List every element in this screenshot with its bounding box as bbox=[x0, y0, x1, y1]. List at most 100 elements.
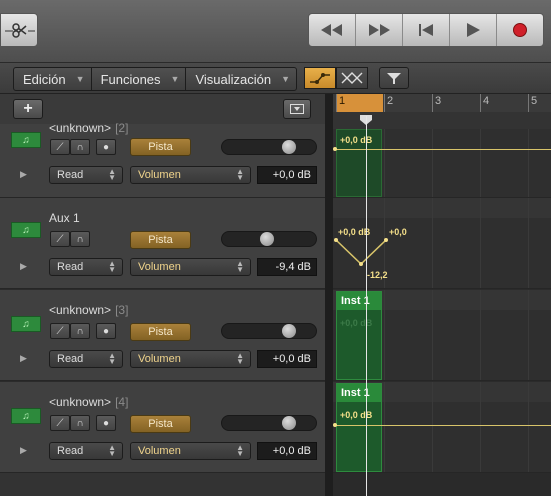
automation-parameter-select[interactable]: Volumen ▲ ▼ bbox=[130, 166, 251, 184]
go-to-start-button[interactable] bbox=[403, 14, 450, 46]
menu-funciones-label: Funciones bbox=[100, 71, 161, 87]
automation-value-field[interactable]: +0,0 dB bbox=[257, 442, 317, 460]
ruler-tick bbox=[480, 94, 481, 112]
fader-knob[interactable] bbox=[282, 416, 296, 430]
menu-arrow-icon: ▼ bbox=[281, 74, 291, 84]
grid-line bbox=[384, 290, 385, 380]
aux-channel-icon: ♫ bbox=[11, 222, 41, 238]
mute-button[interactable]: ⟋ bbox=[50, 231, 70, 247]
track-header[interactable]: ♫ <unknown> [4] ⟋ ∩ ● Pista ▶ Read ▲ ▼ Volu… bbox=[0, 382, 325, 473]
automation-value-label: -12,2 bbox=[367, 270, 388, 280]
disclosure-triangle-icon[interactable]: ▶ bbox=[20, 261, 27, 272]
fader-knob[interactable] bbox=[282, 140, 296, 154]
track-header[interactable]: ♫ Aux 1 ⟋ ∩ Pista ▶ Read ▲ ▼ Volumen ▲ ▼ -9,… bbox=[0, 198, 325, 289]
track-name-text: <unknown> bbox=[49, 303, 112, 317]
pista-button[interactable]: Pista bbox=[130, 323, 191, 341]
mute-button[interactable]: ⟋ bbox=[50, 139, 70, 155]
automation-line[interactable] bbox=[336, 149, 551, 150]
region-name: Inst 1 bbox=[337, 292, 381, 310]
automation-line[interactable] bbox=[336, 425, 551, 426]
mute-button[interactable]: ⟋ bbox=[50, 323, 70, 339]
record-icon bbox=[513, 23, 527, 37]
automation-value-field[interactable]: +0,0 dB bbox=[257, 166, 317, 184]
track-name[interactable]: Aux 1 bbox=[49, 211, 84, 225]
automation-node[interactable] bbox=[333, 423, 337, 427]
automation-mode-select[interactable]: Read ▲ ▼ bbox=[49, 442, 123, 460]
grid-line bbox=[480, 290, 481, 380]
ruler-tick bbox=[432, 94, 433, 112]
volume-fader[interactable] bbox=[221, 415, 317, 431]
grid-line bbox=[384, 129, 385, 197]
automation-view-button[interactable] bbox=[304, 67, 336, 89]
play-icon bbox=[467, 23, 480, 37]
volume-fader[interactable] bbox=[221, 231, 317, 247]
stepper-icon: ▲ ▼ bbox=[236, 167, 244, 182]
track-header[interactable]: ♫ <unknown> [2] ⟋ ∩ ● Pista ▶ Read ▲ ▼ Volu… bbox=[0, 121, 325, 198]
automation-value-field[interactable]: -9,4 dB bbox=[257, 258, 317, 276]
disclosure-triangle-icon[interactable]: ▶ bbox=[20, 169, 27, 180]
automation-curve-icon bbox=[310, 73, 330, 84]
track-number: [2] bbox=[115, 121, 129, 135]
ruler-label: 1 bbox=[339, 95, 346, 107]
headphones-icon[interactable]: ∩ bbox=[70, 139, 90, 155]
automation-parameter-select[interactable]: Volumen ▲ ▼ bbox=[130, 258, 251, 276]
fader-knob[interactable] bbox=[282, 324, 296, 338]
region[interactable]: Inst 1 bbox=[336, 291, 382, 380]
volume-fader[interactable] bbox=[221, 139, 317, 155]
fader-knob[interactable] bbox=[260, 232, 274, 246]
menu-edicion[interactable]: Edición ▼ bbox=[14, 68, 92, 90]
menu-group: Edición ▼ Funciones ▼ Visualización ▼ bbox=[13, 67, 298, 91]
record-enable-button[interactable]: ● bbox=[96, 415, 116, 431]
headphones-icon[interactable]: ∩ bbox=[70, 323, 90, 339]
forward-button[interactable] bbox=[356, 14, 403, 46]
playhead-line[interactable] bbox=[366, 116, 367, 496]
automation-node[interactable] bbox=[333, 147, 337, 151]
automation-value-field[interactable]: +0,0 dB bbox=[257, 350, 317, 368]
automation-mode-select[interactable]: Read ▲ ▼ bbox=[49, 258, 123, 276]
track-list-empty-area bbox=[0, 473, 325, 496]
automation-mode-value: Read bbox=[57, 169, 84, 181]
pista-button[interactable]: Pista bbox=[130, 415, 191, 433]
rewind-button[interactable] bbox=[309, 14, 356, 46]
pista-button[interactable]: Pista bbox=[130, 231, 191, 249]
menu-visualizacion[interactable]: Visualización ▼ bbox=[186, 68, 296, 90]
menu-arrow-icon: ▼ bbox=[75, 74, 85, 84]
flex-view-button[interactable] bbox=[336, 67, 368, 89]
automation-parameter-value: Volumen bbox=[138, 261, 181, 273]
menu-funciones[interactable]: Funciones ▼ bbox=[92, 68, 187, 90]
pane-divider[interactable] bbox=[325, 94, 333, 496]
track-name[interactable]: <unknown> [3] bbox=[49, 303, 128, 317]
track-name[interactable]: <unknown> [4] bbox=[49, 395, 128, 409]
track-name[interactable]: <unknown> [2] bbox=[49, 121, 128, 135]
track-options-button[interactable] bbox=[283, 99, 311, 119]
region[interactable]: Inst 1 bbox=[336, 383, 382, 472]
headphones-icon[interactable]: ∩ bbox=[70, 231, 90, 247]
catch-filter-button[interactable] bbox=[379, 67, 409, 89]
track-header[interactable]: ♫ <unknown> [3] ⟋ ∩ ● Pista ▶ Read ▲ ▼ Volu… bbox=[0, 290, 325, 381]
record-enable-button[interactable]: ● bbox=[96, 139, 116, 155]
add-track-button[interactable]: + bbox=[13, 99, 43, 119]
volume-fader[interactable] bbox=[221, 323, 317, 339]
local-menu-bar: Edición ▼ Funciones ▼ Visualización ▼ bbox=[0, 63, 551, 94]
headphones-icon[interactable]: ∩ bbox=[70, 415, 90, 431]
record-button[interactable] bbox=[497, 14, 543, 46]
bar-ruler[interactable]: 1 2 3 4 5 bbox=[333, 94, 551, 112]
stepper-icon: ▲ ▼ bbox=[236, 259, 244, 274]
automation-parameter-select[interactable]: Volumen ▲ ▼ bbox=[130, 442, 251, 460]
software-instrument-icon: ♫ bbox=[11, 132, 41, 148]
ruler-label: 5 bbox=[531, 95, 538, 107]
scissors-tool-button[interactable] bbox=[0, 13, 38, 47]
play-button[interactable] bbox=[450, 14, 497, 46]
record-enable-button[interactable]: ● bbox=[96, 323, 116, 339]
automation-mode-select[interactable]: Read ▲ ▼ bbox=[49, 350, 123, 368]
automation-parameter-value: Volumen bbox=[138, 169, 181, 181]
automation-parameter-select[interactable]: Volumen ▲ ▼ bbox=[130, 350, 251, 368]
region-name: Inst 1 bbox=[337, 384, 381, 402]
stepper-icon: ▲ ▼ bbox=[108, 259, 116, 274]
disclosure-triangle-icon[interactable]: ▶ bbox=[20, 445, 27, 456]
mute-button[interactable]: ⟋ bbox=[50, 415, 70, 431]
automation-mode-select[interactable]: Read ▲ ▼ bbox=[49, 166, 123, 184]
ruler-tick bbox=[384, 94, 385, 112]
pista-button[interactable]: Pista bbox=[130, 138, 191, 156]
disclosure-triangle-icon[interactable]: ▶ bbox=[20, 353, 27, 364]
